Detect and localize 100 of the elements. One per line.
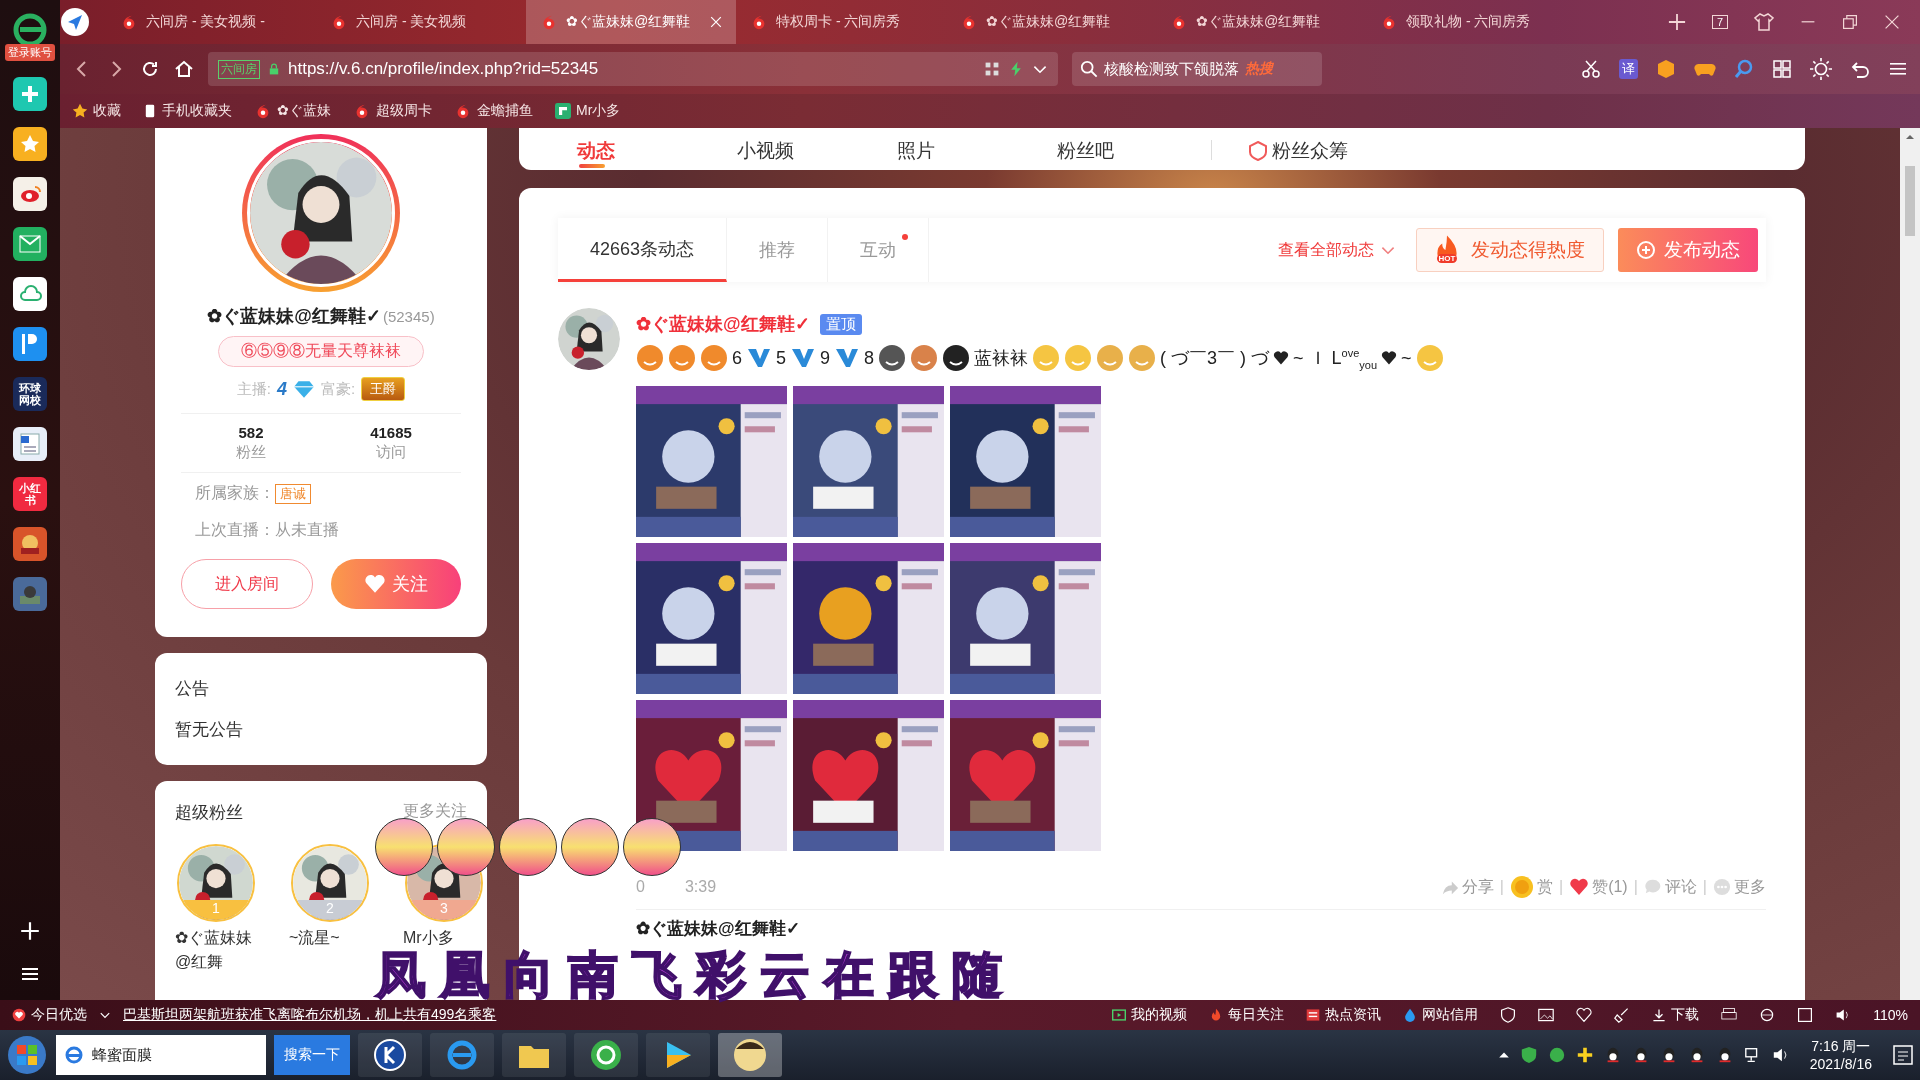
fan-name[interactable]: ~流星~ bbox=[289, 926, 371, 950]
bookmark[interactable]: 超级周卡 bbox=[353, 102, 432, 120]
fan-name[interactable]: Mr小多 bbox=[403, 926, 485, 950]
navigate-icon[interactable] bbox=[60, 7, 90, 37]
image-icon[interactable] bbox=[1538, 1007, 1555, 1023]
status-link[interactable]: 网站信用 bbox=[1403, 1006, 1479, 1024]
tray-icon[interactable] bbox=[1547, 1046, 1566, 1064]
address-bar[interactable]: 六间房 https://v.6.cn/profile/index.php?rid=52345 bbox=[208, 52, 1058, 86]
zoom-level[interactable]: 110% bbox=[1873, 1007, 1908, 1023]
stat-value: 582 bbox=[238, 424, 264, 441]
app-icon[interactable] bbox=[13, 527, 47, 561]
browser-tab[interactable]: 特权周卡 - 六间房秀 bbox=[736, 0, 946, 44]
status-link[interactable]: 热点资讯 bbox=[1306, 1006, 1382, 1024]
app-icon[interactable] bbox=[13, 427, 47, 461]
volume-icon[interactable] bbox=[1771, 1046, 1790, 1064]
app-icon[interactable] bbox=[732, 1037, 768, 1073]
lightning-icon[interactable] bbox=[1008, 61, 1024, 77]
nav-tab[interactable]: 粉丝吧 bbox=[1051, 137, 1211, 170]
search-field[interactable]: 蜂蜜面膜 bbox=[56, 1035, 266, 1075]
globe-icon[interactable] bbox=[1759, 1007, 1776, 1023]
undo-icon[interactable] bbox=[1850, 59, 1870, 79]
stat-value: 41685 bbox=[370, 424, 412, 441]
app-icon[interactable] bbox=[13, 277, 47, 311]
author-name[interactable]: ✿ぐ蓝妹妹@红舞鞋✓ bbox=[636, 312, 810, 336]
app-icon[interactable]: 小红书 bbox=[13, 477, 47, 511]
view-all-link[interactable]: 查看全部动态 bbox=[1272, 238, 1402, 262]
phone-icon bbox=[143, 104, 157, 118]
bookmark[interactable]: 收藏 bbox=[72, 102, 121, 120]
plus-icon bbox=[1636, 240, 1656, 260]
translate-button[interactable]: 译 bbox=[1619, 59, 1638, 79]
separator: | bbox=[1499, 878, 1504, 896]
app-icon[interactable] bbox=[373, 1038, 407, 1072]
coin-icon[interactable] bbox=[1656, 59, 1676, 79]
grid-icon[interactable] bbox=[1772, 59, 1792, 79]
nav-tab[interactable]: 小视频 bbox=[731, 137, 891, 170]
coin-icon bbox=[1509, 875, 1534, 899]
enter-room-button[interactable]: 进入房间 bbox=[181, 559, 313, 609]
clock[interactable]: 7:16 周一 2021/8/16 bbox=[1799, 1037, 1882, 1073]
browser-tab[interactable]: ✿ぐ蓝妹妹@红舞鞋 bbox=[526, 0, 736, 44]
browser-tab[interactable]: 六间房 - 美女视频 - bbox=[106, 0, 316, 44]
bookmark[interactable]: ✿ぐ蓝妹 bbox=[254, 102, 331, 120]
shield-icon[interactable] bbox=[1500, 1007, 1517, 1023]
app-icon[interactable] bbox=[13, 127, 47, 161]
broom-icon[interactable] bbox=[1614, 1007, 1631, 1023]
anchor-label: 主播: bbox=[236, 379, 271, 399]
scissors-icon[interactable] bbox=[1581, 59, 1601, 79]
plus-icon[interactable] bbox=[1575, 1046, 1594, 1064]
app-icon[interactable] bbox=[13, 327, 47, 361]
browser-icon[interactable] bbox=[589, 1038, 623, 1072]
nav-tab[interactable]: 粉丝众筹 bbox=[1242, 137, 1402, 170]
health-icon[interactable] bbox=[1576, 1007, 1593, 1023]
add-icon[interactable] bbox=[19, 920, 41, 942]
author-name[interactable]: ✿ぐ蓝妹妹@红舞鞋✓ bbox=[636, 918, 800, 940]
start-button[interactable] bbox=[6, 1034, 48, 1076]
status-link[interactable]: 每日关注 bbox=[1209, 1006, 1285, 1024]
news-link[interactable]: 巴基斯坦两架航班获准飞离喀布尔机场，机上共有499名乘客 bbox=[123, 1006, 497, 1024]
bookmark[interactable]: 手机收藏夹 bbox=[143, 102, 232, 120]
browser-tab[interactable]: ✿ぐ蓝妹妹@红舞鞋 bbox=[1156, 0, 1366, 44]
app-icon[interactable] bbox=[13, 177, 47, 211]
status-link[interactable]: 我的视频 bbox=[1112, 1006, 1188, 1024]
browser-tab[interactable]: 领取礼物 - 六间房秀 bbox=[1366, 0, 1576, 44]
bookmark[interactable]: Mr小多 bbox=[555, 102, 621, 120]
today-link[interactable]: 今日优选 bbox=[12, 1006, 87, 1024]
shirt-icon[interactable] bbox=[1754, 12, 1774, 32]
hot-tag: HOT bbox=[1436, 254, 1458, 263]
browser-tab[interactable]: 六间房 - 美女视频 bbox=[316, 0, 526, 44]
video-icon bbox=[1112, 1008, 1127, 1022]
heat-button[interactable]: HOT 发动态得热度 bbox=[1416, 228, 1604, 272]
scrollbar-thumb[interactable] bbox=[1905, 166, 1915, 236]
nav-tab[interactable]: 动态 bbox=[571, 137, 731, 170]
post-text: 5 bbox=[776, 347, 787, 369]
reload-icon[interactable] bbox=[140, 59, 160, 79]
feed-tab[interactable]: 42663条动态 bbox=[558, 218, 728, 282]
printer-icon[interactable] bbox=[1721, 1007, 1738, 1023]
search-button[interactable]: 搜索一下 bbox=[274, 1035, 350, 1075]
app-icon[interactable] bbox=[13, 227, 47, 261]
bookmark[interactable]: 金蟾捕鱼 bbox=[454, 102, 533, 120]
scroll-up-icon[interactable] bbox=[1905, 132, 1915, 142]
new-tab-icon[interactable] bbox=[1667, 13, 1686, 31]
close-icon[interactable] bbox=[1884, 14, 1900, 30]
tab-count[interactable]: 7 bbox=[1711, 15, 1728, 29]
window-icon[interactable] bbox=[1797, 1007, 1814, 1023]
notification-icon[interactable] bbox=[1892, 1044, 1914, 1066]
anchor-level: 4 bbox=[277, 378, 287, 400]
login-label[interactable]: 登录账号 bbox=[5, 44, 55, 61]
brightness-icon[interactable] bbox=[1810, 58, 1832, 80]
qr-icon[interactable] bbox=[984, 61, 1000, 77]
card-title: 超级粉丝 bbox=[175, 802, 243, 824]
search-field[interactable]: 核酸检测致下颌脱落 热搜 bbox=[1072, 52, 1322, 86]
app-icon[interactable]: 环球网校 bbox=[13, 377, 47, 411]
download-link[interactable]: 下载 bbox=[1652, 1006, 1700, 1024]
magnifier-icon[interactable] bbox=[1734, 59, 1754, 79]
browser-tab[interactable]: ✿ぐ蓝妹妹@红舞鞋 bbox=[946, 0, 1156, 44]
app-icon[interactable] bbox=[13, 77, 47, 111]
browser-icon bbox=[64, 1045, 84, 1065]
restore-icon[interactable] bbox=[1842, 14, 1858, 30]
nav-tab[interactable]: 照片 bbox=[891, 137, 1051, 170]
last-live: 上次直播：从未直播 bbox=[195, 520, 340, 540]
fan-name[interactable]: ✿ぐ蓝妹妹@红舞 bbox=[175, 926, 257, 974]
home-icon[interactable] bbox=[174, 59, 194, 79]
